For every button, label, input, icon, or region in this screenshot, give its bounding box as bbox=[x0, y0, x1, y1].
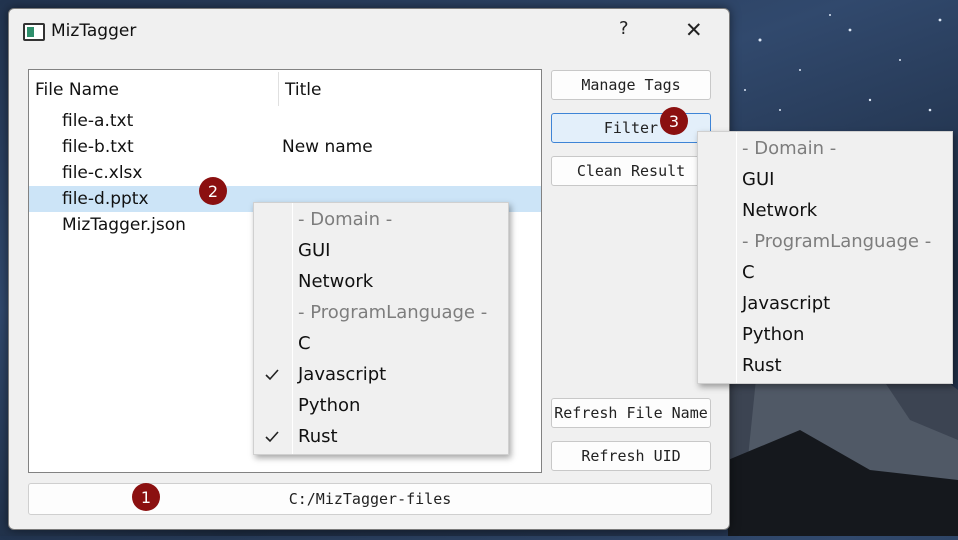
tag-context-menu: - Domain - GUI Network - ProgramLanguage… bbox=[253, 202, 509, 455]
menu-item-python[interactable]: Python bbox=[698, 320, 952, 351]
column-header-file-name[interactable]: File Name bbox=[35, 80, 119, 100]
menu-section-programlanguage: - ProgramLanguage - bbox=[698, 227, 952, 258]
window-title: MizTagger bbox=[51, 21, 137, 41]
manage-tags-button[interactable]: Manage Tags bbox=[551, 70, 711, 100]
menu-item-label: Python bbox=[298, 395, 361, 416]
menu-item-label: Network bbox=[742, 200, 818, 221]
menu-section-label: - ProgramLanguage - bbox=[298, 302, 488, 323]
title-bar[interactable]: MizTagger ? ✕ bbox=[9, 9, 729, 53]
menu-item-gui[interactable]: GUI bbox=[698, 165, 952, 196]
menu-section-label: - Domain - bbox=[298, 209, 393, 230]
close-button[interactable]: ✕ bbox=[685, 18, 703, 42]
menu-item-rust[interactable]: Rust bbox=[698, 351, 952, 382]
annotation-badge-3: 3 bbox=[660, 107, 688, 135]
menu-item-javascript[interactable]: Javascript bbox=[254, 360, 508, 391]
menu-section-domain: - Domain - bbox=[254, 205, 508, 236]
help-button[interactable]: ? bbox=[619, 18, 629, 39]
checkmark-icon bbox=[265, 431, 279, 443]
checkmark-icon bbox=[265, 369, 279, 381]
annotation-badge-2: 2 bbox=[199, 177, 227, 205]
menu-item-c[interactable]: C bbox=[254, 329, 508, 360]
menu-section-domain: - Domain - bbox=[698, 134, 952, 165]
menu-item-label: GUI bbox=[298, 240, 331, 261]
menu-section-label: - Domain - bbox=[742, 138, 837, 159]
tree-row-file-a[interactable]: file-a.txt bbox=[29, 108, 541, 134]
menu-item-python[interactable]: Python bbox=[254, 391, 508, 422]
file-name: file-c.xlsx bbox=[62, 163, 143, 183]
file-name: file-d.pptx bbox=[62, 189, 149, 209]
menu-item-c[interactable]: C bbox=[698, 258, 952, 289]
file-name: MizTagger.json bbox=[62, 215, 186, 235]
menu-item-network[interactable]: Network bbox=[698, 196, 952, 227]
menu-item-network[interactable]: Network bbox=[254, 267, 508, 298]
column-header-title[interactable]: Title bbox=[285, 80, 321, 100]
file-title: New name bbox=[282, 137, 373, 157]
tree-row-file-c[interactable]: file-c.xlsx bbox=[29, 160, 541, 186]
menu-item-label: Javascript bbox=[742, 293, 831, 314]
menu-item-label: C bbox=[298, 333, 311, 354]
menu-item-gui[interactable]: GUI bbox=[254, 236, 508, 267]
menu-item-rust[interactable]: Rust bbox=[254, 422, 508, 453]
tree-row-file-b[interactable]: file-b.txt New name bbox=[29, 134, 541, 160]
app-icon bbox=[23, 23, 45, 41]
menu-section-label: - ProgramLanguage - bbox=[742, 231, 932, 252]
menu-item-label: C bbox=[742, 262, 755, 283]
clean-result-button[interactable]: Clean Result bbox=[551, 156, 711, 186]
menu-item-label: Rust bbox=[742, 355, 782, 376]
file-name: file-b.txt bbox=[62, 137, 134, 157]
menu-section-programlanguage: - ProgramLanguage - bbox=[254, 298, 508, 329]
menu-item-label: Rust bbox=[298, 426, 338, 447]
filter-menu: - Domain - GUI Network - ProgramLanguage… bbox=[697, 131, 953, 384]
tree-header: File Name Title bbox=[29, 70, 541, 108]
path-bar[interactable]: C:/MizTagger-files bbox=[28, 483, 712, 515]
menu-item-label: Network bbox=[298, 271, 374, 292]
column-divider[interactable] bbox=[278, 72, 279, 106]
refresh-file-name-button[interactable]: Refresh File Name bbox=[551, 398, 711, 428]
menu-item-label: Javascript bbox=[298, 364, 387, 385]
file-name: file-a.txt bbox=[62, 111, 134, 131]
refresh-uid-button[interactable]: Refresh UID bbox=[551, 441, 711, 471]
menu-item-label: Python bbox=[742, 324, 805, 345]
menu-item-javascript[interactable]: Javascript bbox=[698, 289, 952, 320]
annotation-badge-1: 1 bbox=[132, 483, 160, 511]
menu-item-label: GUI bbox=[742, 169, 775, 190]
